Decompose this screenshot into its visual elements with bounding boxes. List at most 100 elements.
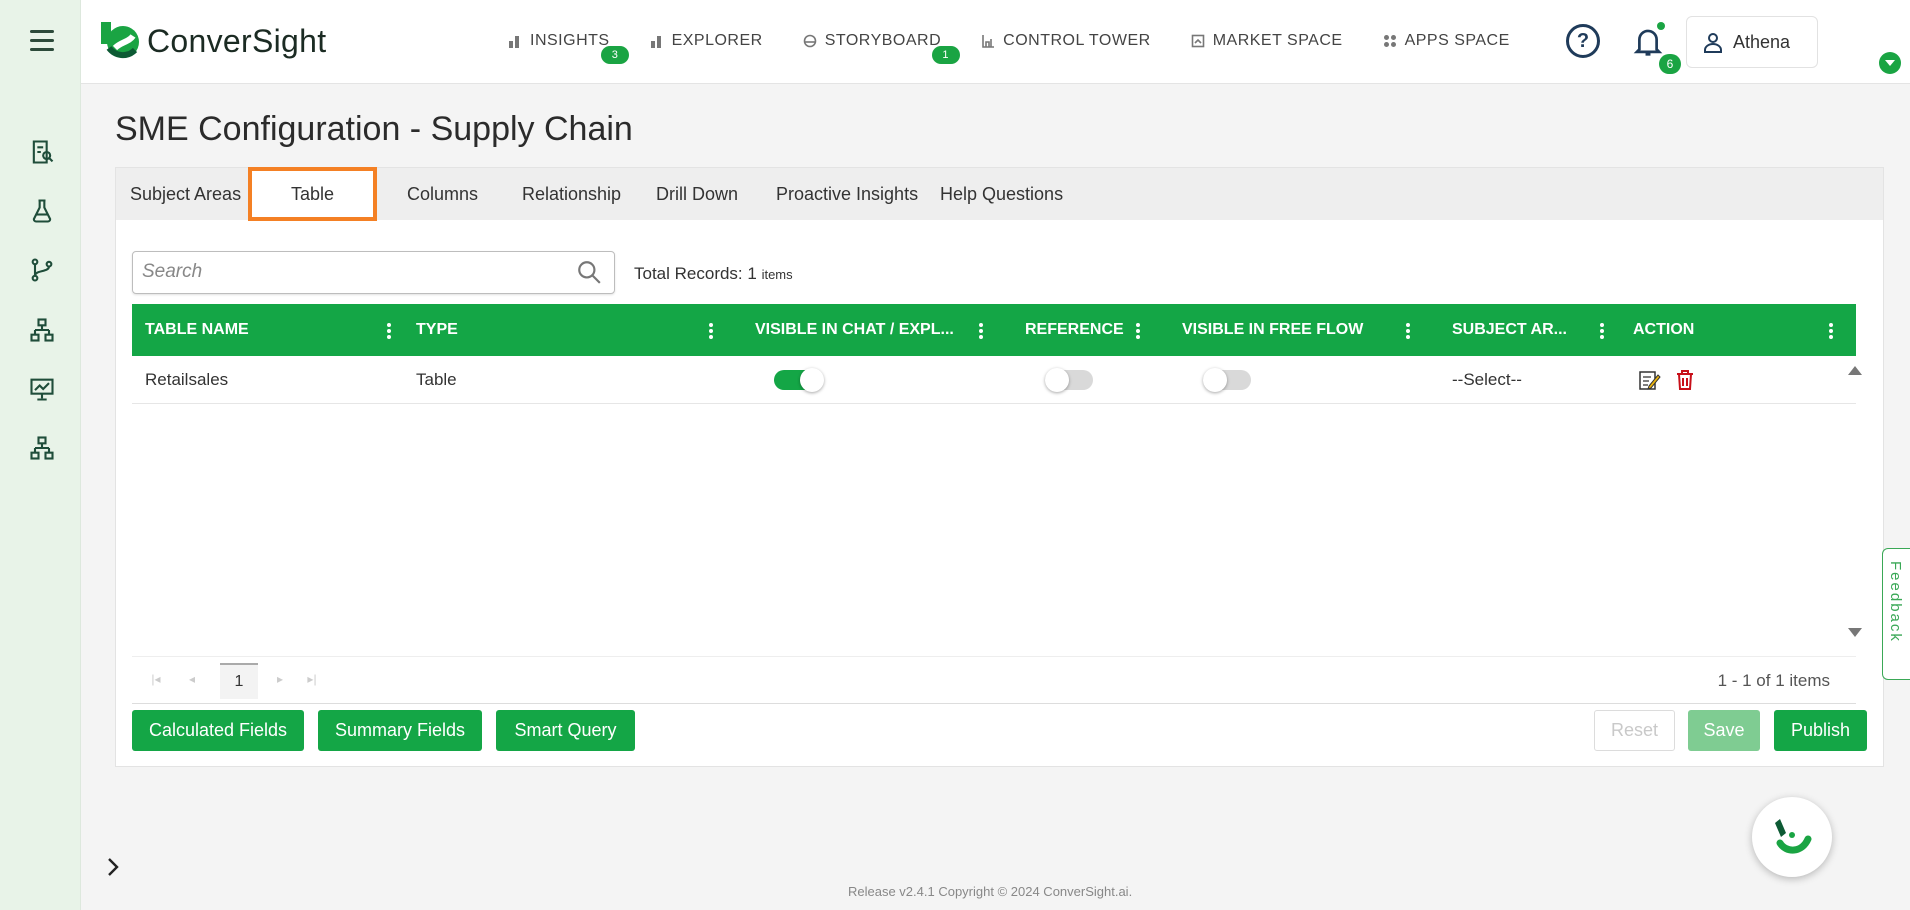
column-header-table-name[interactable]: TABLE NAME xyxy=(145,304,249,356)
brand-name: ConverSight xyxy=(147,22,327,59)
smart-query-button[interactable]: Smart Query xyxy=(496,710,635,751)
hierarchy-icon[interactable] xyxy=(28,434,56,462)
bell-icon[interactable] xyxy=(1633,26,1663,58)
user-menu[interactable]: Athena xyxy=(1686,16,1818,68)
presentation-chart-icon[interactable] xyxy=(28,375,56,403)
column-menu-icon[interactable] xyxy=(1136,323,1140,339)
visible-in-free-flow-toggle[interactable] xyxy=(1203,368,1251,392)
conversight-logo-icon xyxy=(101,22,139,58)
search-icon[interactable] xyxy=(576,259,602,285)
cell-table-name: Retailsales xyxy=(145,370,229,389)
chevron-right-icon[interactable] xyxy=(103,855,123,879)
current-page[interactable]: 1 xyxy=(220,663,258,699)
tab-drill-down[interactable]: Drill Down xyxy=(656,168,738,220)
column-header-subject-area[interactable]: SUBJECT AR... xyxy=(1452,304,1567,356)
save-button[interactable]: Save xyxy=(1688,710,1760,751)
user-name: Athena xyxy=(1733,31,1791,52)
tab-subject-areas[interactable]: Subject Areas xyxy=(130,168,241,220)
user-icon xyxy=(1704,33,1722,53)
reset-button[interactable]: Reset xyxy=(1594,710,1675,751)
nav-storyboard[interactable]: STORYBOARD 1 xyxy=(803,30,960,64)
feedback-label: Feedback xyxy=(1887,561,1904,643)
nav-badge: 3 xyxy=(601,46,629,64)
nav-label: CONTROL TOWER xyxy=(1003,32,1151,49)
grid-header: TABLE NAME TYPE VISIBLE IN CHAT / EXPL..… xyxy=(132,304,1856,356)
footer-copyright: Release v2.4.1 Copyright © 2024 ConverSi… xyxy=(848,884,1133,899)
column-menu-icon[interactable] xyxy=(1829,323,1833,339)
main-nav: INSIGHTS 3 EXPLORER STORYBOARD 1 CONTROL… xyxy=(508,30,1550,64)
scroll-down-arrow-icon[interactable] xyxy=(1848,628,1862,637)
market-space-icon xyxy=(1191,34,1204,48)
reference-toggle[interactable] xyxy=(1045,368,1093,392)
git-branch-icon[interactable] xyxy=(28,256,56,284)
tab-proactive-insights[interactable]: Proactive Insights xyxy=(776,168,918,220)
column-menu-icon[interactable] xyxy=(1406,323,1410,339)
prev-page-icon[interactable]: ◂ xyxy=(184,671,200,687)
visible-in-chat-toggle[interactable] xyxy=(774,368,824,392)
nav-label: MARKET SPACE xyxy=(1212,32,1343,49)
column-menu-icon[interactable] xyxy=(979,323,983,339)
nav-label: EXPLORER xyxy=(671,32,763,49)
hamburger-menu-icon[interactable] xyxy=(30,30,54,52)
storyboard-icon xyxy=(803,34,817,48)
column-header-action: ACTION xyxy=(1633,321,1695,338)
column-header-type[interactable]: TYPE xyxy=(416,304,458,356)
summary-fields-button[interactable]: Summary Fields xyxy=(318,710,482,751)
tab-help-questions[interactable]: Help Questions xyxy=(940,168,1063,220)
first-page-icon[interactable]: |◂ xyxy=(148,671,164,687)
bar-chart-icon xyxy=(650,36,661,48)
table-row: Retailsales Table --Select-- xyxy=(132,356,1856,404)
page-title: SME Configuration - Supply Chain xyxy=(115,110,633,148)
hierarchy-icon[interactable] xyxy=(28,316,56,344)
flask-icon[interactable] xyxy=(28,197,56,225)
column-menu-icon[interactable] xyxy=(1600,323,1604,339)
bar-chart-icon xyxy=(509,36,519,48)
pager: |◂ ◂ 1 ▸ ▸| 1 - 1 of 1 items xyxy=(132,656,1856,704)
delete-icon[interactable] xyxy=(1673,368,1697,392)
publish-button[interactable]: Publish xyxy=(1774,710,1867,751)
chatbot-launcher[interactable] xyxy=(1752,797,1832,877)
search-box xyxy=(132,251,615,294)
chevron-down-icon[interactable] xyxy=(1879,52,1901,74)
nav-badge: 1 xyxy=(931,46,960,64)
control-tower-icon xyxy=(982,35,995,48)
nav-control-tower[interactable]: CONTROL TOWER xyxy=(981,30,1151,52)
column-menu-icon[interactable] xyxy=(709,323,713,339)
subject-area-select[interactable]: --Select-- xyxy=(1452,356,1522,404)
column-header-visible-in-free-flow[interactable]: VISIBLE IN FREE FLOW xyxy=(1182,304,1363,356)
grid-body: Retailsales Table --Select-- xyxy=(132,356,1862,656)
column-header-visible-in-chat[interactable]: VISIBLE IN CHAT / EXPL... xyxy=(755,304,954,356)
scroll-up-arrow-icon[interactable] xyxy=(1848,366,1862,375)
notification-dot xyxy=(1657,22,1665,30)
nav-label: APPS SPACE xyxy=(1404,32,1510,49)
nav-apps-space[interactable]: APPS SPACE xyxy=(1383,30,1510,52)
nav-insights[interactable]: INSIGHTS 3 xyxy=(508,30,629,64)
brand-logo[interactable]: ConverSight xyxy=(95,18,326,64)
column-menu-icon[interactable] xyxy=(387,323,391,339)
column-header-reference[interactable]: REFERENCE xyxy=(1025,304,1124,356)
config-card: Subject Areas Table Columns Relationship… xyxy=(115,167,1884,767)
next-page-icon[interactable]: ▸ xyxy=(272,671,288,687)
report-icon[interactable] xyxy=(28,138,56,166)
tab-columns[interactable]: Columns xyxy=(407,168,478,220)
total-records-unit: items xyxy=(761,267,793,282)
search-input[interactable] xyxy=(133,252,553,292)
feedback-tab[interactable]: Feedback xyxy=(1882,548,1910,680)
total-records: Total Records: 1 items xyxy=(634,264,793,284)
pager-info: 1 - 1 of 1 items xyxy=(1717,671,1830,690)
cell-type: Table xyxy=(416,370,457,389)
nav-label: INSIGHTS xyxy=(530,32,610,49)
edit-icon[interactable] xyxy=(1637,368,1661,392)
notification-count: 6 xyxy=(1659,54,1681,74)
nav-market-space[interactable]: MARKET SPACE xyxy=(1191,30,1343,52)
calculated-fields-button[interactable]: Calculated Fields xyxy=(132,710,304,751)
tab-bar: Subject Areas Table Columns Relationship… xyxy=(116,167,1883,221)
nav-label: STORYBOARD xyxy=(824,32,942,49)
tab-table[interactable]: Table xyxy=(248,167,377,221)
apps-space-icon xyxy=(1383,35,1396,47)
nav-explorer[interactable]: EXPLORER xyxy=(650,30,763,52)
tab-relationship[interactable]: Relationship xyxy=(522,168,621,220)
last-page-icon[interactable]: ▸| xyxy=(304,671,320,687)
help-icon[interactable]: ? xyxy=(1566,24,1600,58)
total-records-label: Total Records: 1 xyxy=(634,264,757,283)
